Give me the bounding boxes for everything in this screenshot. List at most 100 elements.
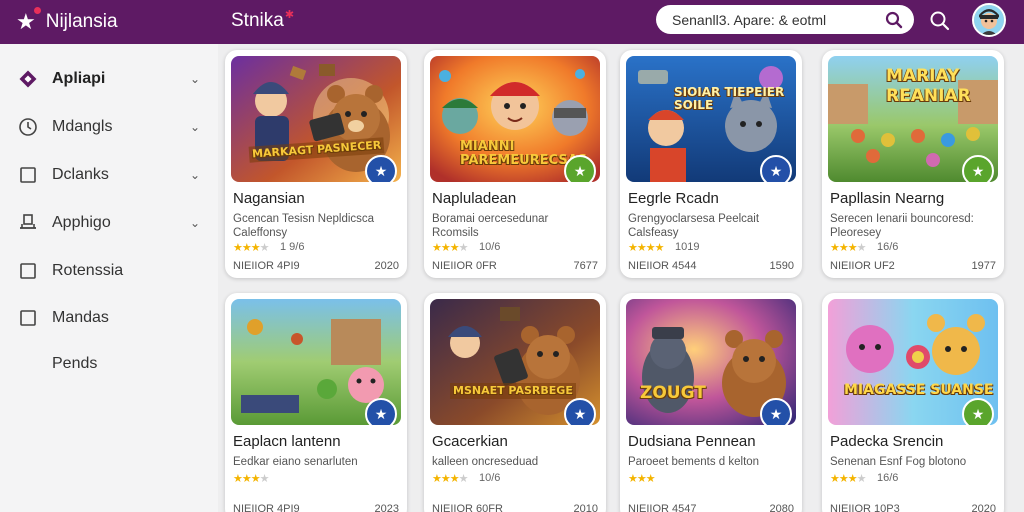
star-badge-icon[interactable]: ★ [962,155,994,182]
card-meta: NIEIIOR 4547 [628,503,697,512]
app-card[interactable]: ZOUGT ★ Dudsiana Pennean Paroeet bements… [620,293,802,512]
rating-stars: ★★★★ [432,473,468,485]
square-icon [18,308,38,328]
card-meta: NIEIIOR 10P3 [830,503,900,512]
square-icon [18,165,38,185]
card-description: Gcencan Tesisn Nepldicsca Caleffonsy [233,213,375,239]
app-card[interactable]: MARIAY REANIAR ★ Papllasin Nearng Serece… [822,50,1004,278]
app-card[interactable]: MIANNI PAREMEURECSAS ★ Napluladean Boram… [424,50,606,278]
sidebar-item-label: Dclanks [52,166,109,183]
card-description: Paroeet bements d kelton [628,456,760,468]
chevron-down-icon[interactable]: ⌄ [190,72,200,86]
card-year: 2020 [374,260,399,272]
app-card[interactable]: ★ Eaplacn lantenn Eedkar eiano senarlute… [225,293,407,512]
app-thumbnail: MARKAGT PASNECER ★ [231,56,401,182]
app-thumbnail: ZOUGT ★ [626,299,796,425]
app-thumbnail: SIOIAR TIEPEIER SOILE ★ [626,56,796,182]
card-year: 7677 [573,260,598,272]
star-badge-icon[interactable]: ★ [962,398,994,425]
header-search-icon[interactable] [928,9,952,33]
thumbnail-title-art: MSNAET PASRBEGE [450,383,576,399]
sidebar-item-pends[interactable]: Pends [52,350,97,378]
card-meta: NIEIIOR 0FR [432,260,497,272]
card-title: Gcacerkian [432,433,508,450]
rating-value: 10/6 [479,472,501,484]
chevron-down-icon[interactable]: ⌄ [190,120,200,134]
sidebar-item-apphigo[interactable]: Apphigo [18,209,111,237]
sidebar-item-label: Pends [52,355,98,372]
app-card[interactable]: MSNAET PASRBEGE ★ Gcacerkian kalleen onc… [424,293,606,512]
card-title: Nagansian [233,190,305,207]
app-card[interactable]: MIAGASSE SUANSE ★ Padecka Srencin Senena… [822,293,1004,512]
search-bar[interactable] [656,5,914,34]
app-thumbnail: MARIAY REANIAR ★ [828,56,998,182]
rating-stars: ★★★★ [233,242,269,254]
rating-stars: ★★★ [628,473,656,485]
brand[interactable]: ★ Nijlansia [16,7,118,35]
card-description: Serecen Ienarii bouncoresd: Pleoresey [830,213,974,239]
card-year: 1977 [971,260,996,272]
chevron-down-icon[interactable]: ⌄ [190,168,200,182]
rating-stars: ★★★★ [830,473,866,485]
app-card[interactable]: SIOIAR TIEPEIER SOILE ★ Eegrle Rcadn Gre… [620,50,802,278]
card-meta: NIEIIOR 4PI9 [233,503,300,512]
thumbnail-title-art: MIAGASSE SUANSE [844,382,994,398]
card-meta: NIEIIOR 4544 [628,260,697,272]
sidebar-item-mdangls[interactable]: Mdangls [18,113,112,141]
monitor-icon [18,213,38,233]
card-meta: NIEIIOR UF2 [830,260,895,272]
star-badge-icon[interactable]: ★ [564,155,596,182]
app-card[interactable]: MARKAGT PASNECER ★ Nagansian Gcencan Tes… [225,50,407,278]
card-title: Dudsiana Pennean [628,433,756,450]
thumbnail-title-art: ZOUGT [640,383,706,403]
star-badge-icon[interactable]: ★ [760,155,792,182]
sidebar-item-label: Mdangls [52,118,113,135]
card-meta: NIEIIOR 4PI9 [233,260,300,272]
card-meta: NIEIIOR 60FR [432,503,503,512]
avatar[interactable] [972,3,1006,37]
sidebar-item-dclanks[interactable]: Dclanks [18,161,109,189]
app-thumbnail: ★ [231,299,401,425]
star-badge-icon[interactable]: ★ [564,398,596,425]
card-year: 2020 [971,503,996,512]
card-title: Napluladean [432,190,517,207]
star-badge-icon[interactable]: ★ [365,155,397,182]
sidebar-item-mandas[interactable]: Mandas [18,304,109,332]
thumbnail-title-art: MARIAY REANIAR [886,66,971,106]
rating-value: 16/6 [877,241,899,253]
secondary-brand[interactable]: Stnika [231,10,293,32]
card-title: Eaplacn lantenn [233,433,341,450]
sidebar-item-label: Apliapi [52,70,106,87]
card-year: 2010 [573,503,598,512]
card-year: 2080 [769,503,794,512]
sidebar-item-label: Mandas [52,309,109,326]
chevron-down-icon[interactable]: ⌄ [190,216,200,230]
sidebar-item-rotenssia[interactable]: Rotenssia [18,257,123,285]
square-icon [18,261,38,281]
card-year: 1590 [769,260,794,272]
rating-value: 1019 [675,241,700,253]
search-input[interactable] [672,11,884,28]
rating-stars: ★★★★ [830,242,866,254]
search-icon[interactable] [884,10,904,30]
card-description: Senenan Esnf Fog blotono [830,456,967,468]
card-title: Eegrle Rcadn [628,190,719,207]
rating-stars: ★★★★ [432,242,468,254]
sidebar-item-apliapi[interactable]: Apliapi [18,65,105,93]
card-description: Grengyoclarsesa Peelcait Calsfeasy [628,213,760,239]
app-thumbnail: MSNAET PASRBEGE ★ [430,299,600,425]
sidebar: Apliapi ⌄ Mdangls ⌄ Dclanks ⌄ Apphigo ⌄ … [0,44,218,512]
rating-value: 10/6 [479,241,501,253]
app-thumbnail: MIANNI PAREMEURECSAS ★ [430,56,600,182]
card-description: kalleen oncreseduad [432,456,539,468]
star-badge-icon[interactable]: ★ [365,398,397,425]
clock-icon [18,117,38,137]
diamond-icon [18,69,38,89]
app-thumbnail: MIAGASSE SUANSE ★ [828,299,998,425]
rating-stars: ★★★★ [628,242,664,254]
star-logo-icon: ★ [16,7,41,34]
rating-value: 1 9/6 [280,241,305,253]
star-badge-icon[interactable]: ★ [760,398,792,425]
rating-value: 16/6 [877,472,899,484]
sidebar-item-label: Rotenssia [52,262,124,279]
